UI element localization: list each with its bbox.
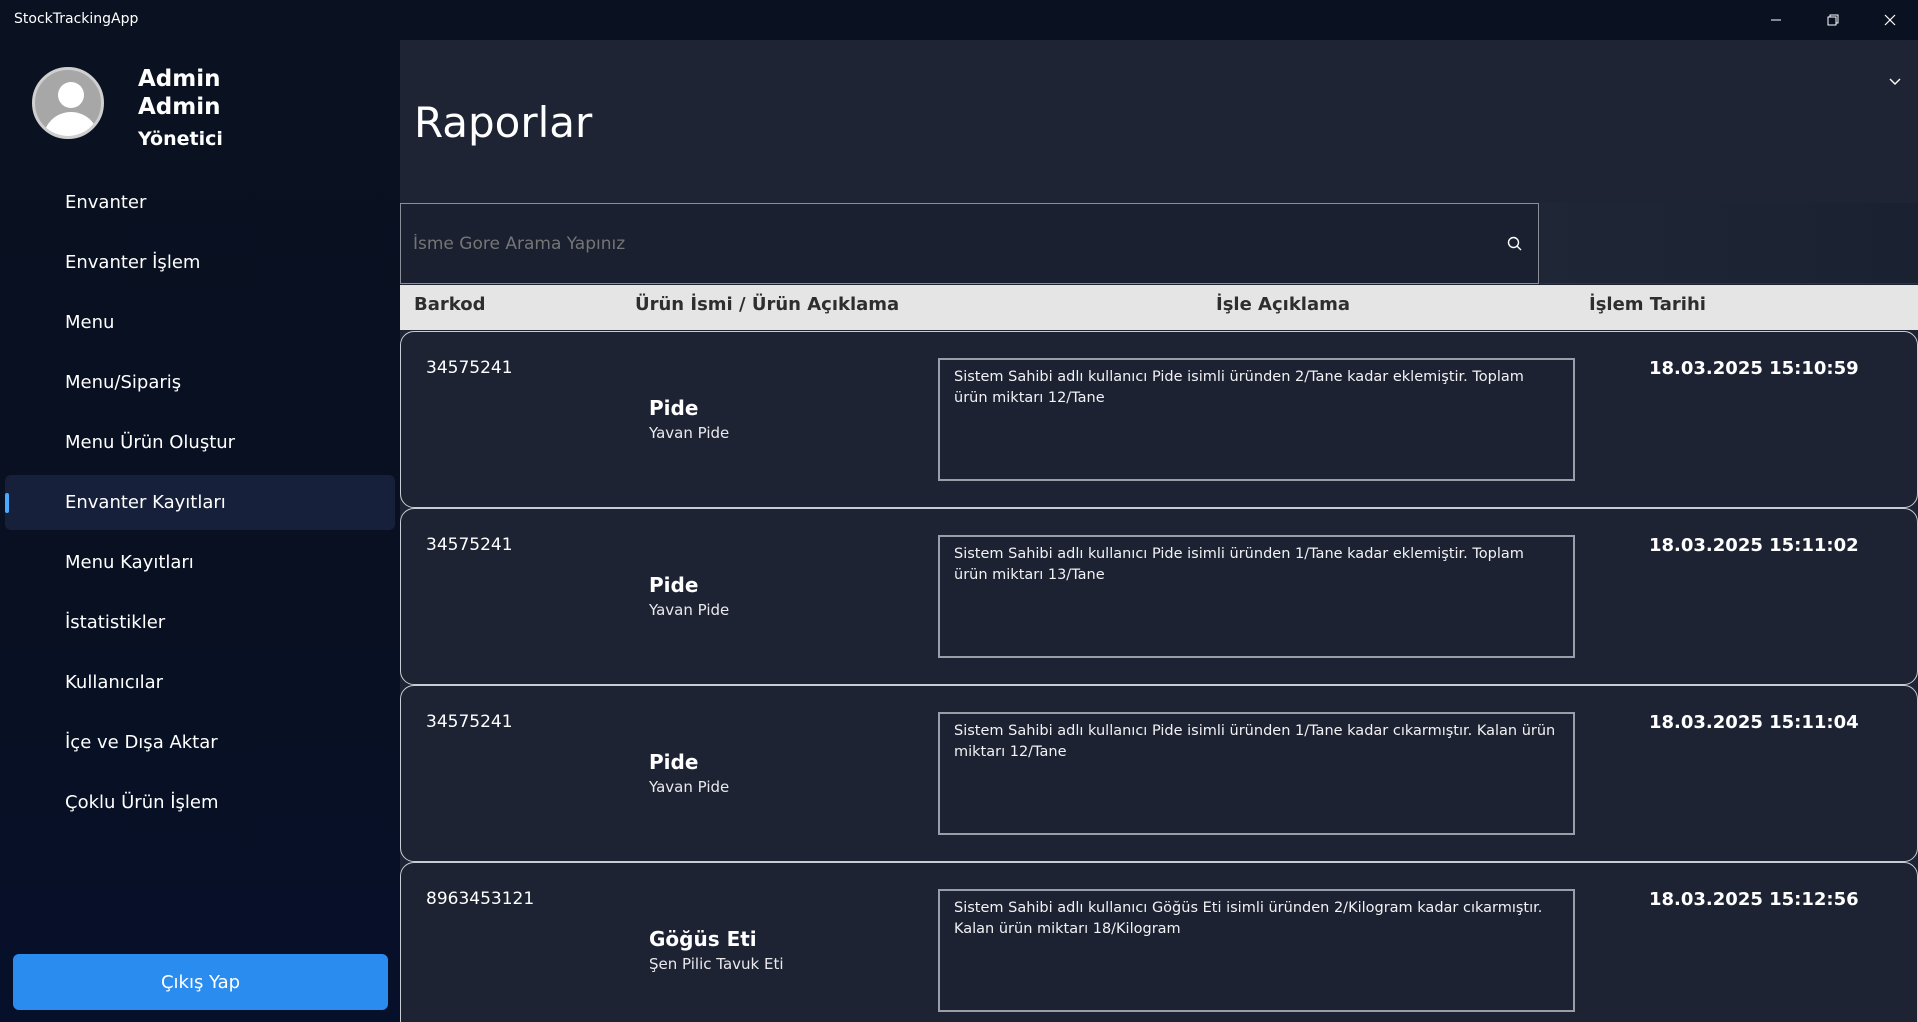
close-button[interactable] [1862,0,1918,40]
row-operation-note[interactable]: Sistem Sahibi adlı kullanıcı Pide isimli… [938,358,1575,481]
restore-button[interactable] [1805,0,1861,40]
page-title: Raporlar [414,98,593,147]
user-first-name: Admin [138,66,221,92]
filter-dropdown[interactable] [1540,203,1918,284]
sidebar: Admin Admin Yönetici Envanter Envanter İ… [0,40,400,1022]
table-row[interactable]: 34575241 Pide Yavan Pide Sistem Sahibi a… [400,685,1918,862]
sidebar-item-istatistikler[interactable]: İstatistikler [5,595,395,650]
user-last-name: Admin [138,94,221,120]
row-barkod: 8963453121 [426,889,535,909]
logout-button[interactable]: Çıkış Yap [13,954,388,1010]
app-title: StockTrackingApp [14,11,139,27]
sidebar-item-menu[interactable]: Menu [5,295,395,350]
row-product-name: Pide [649,573,699,597]
row-product-name: Pide [649,750,699,774]
row-date: 18.03.2025 15:11:02 [1649,535,1859,556]
restore-icon [1827,14,1839,26]
close-icon [1884,14,1896,26]
row-barkod: 34575241 [426,535,513,555]
row-operation-note[interactable]: Sistem Sahibi adlı kullanıcı Pide isimli… [938,712,1575,835]
minimize-button[interactable] [1748,0,1804,40]
chevron-down-icon[interactable] [1888,74,1902,88]
row-product-description: Şen Pilic Tavuk Eti [649,955,784,973]
table-row[interactable]: 8963453121 Göğüs Eti Şen Pilic Tavuk Eti… [400,862,1918,1022]
sidebar-nav: Envanter Envanter İşlem Menu Menu/Sipari… [5,175,395,835]
row-product-name: Göğüs Eti [649,927,757,951]
row-product-description: Yavan Pide [649,778,730,796]
user-avatar-icon [32,67,104,139]
search-input[interactable] [413,204,1493,283]
row-product-name: Pide [649,396,699,420]
column-header-barkod[interactable]: Barkod [414,294,485,315]
row-date: 18.03.2025 15:11:04 [1649,712,1859,733]
row-barkod: 34575241 [426,358,513,378]
sidebar-item-coklu-urun-islem[interactable]: Çoklu Ürün İşlem [5,775,395,830]
sidebar-item-menu-siparis[interactable]: Menu/Sipariş [5,355,395,410]
minimize-icon [1771,19,1781,21]
title-bar: StockTrackingApp [0,0,1918,40]
row-operation-note[interactable]: Sistem Sahibi adlı kullanıcı Pide isimli… [938,535,1575,658]
row-barkod: 34575241 [426,712,513,732]
row-date: 18.03.2025 15:12:56 [1649,889,1859,910]
sidebar-item-envanter[interactable]: Envanter [5,175,395,230]
row-product-description: Yavan Pide [649,424,730,442]
main-content: Raporlar Barkod Ürün İsmi / Ürün Açıklam… [400,40,1918,1022]
row-date: 18.03.2025 15:10:59 [1649,358,1859,379]
sidebar-item-ice-disa-aktar[interactable]: İçe ve Dışa Aktar [5,715,395,770]
table-row[interactable]: 34575241 Pide Yavan Pide Sistem Sahibi a… [400,508,1918,685]
search-icon[interactable] [1505,234,1525,254]
search-box [400,203,1539,284]
column-header-tarih[interactable]: İşlem Tarihi [1589,294,1706,315]
table-row[interactable]: 34575241 Pide Yavan Pide Sistem Sahibi a… [400,331,1918,508]
row-product-description: Yavan Pide [649,601,730,619]
sidebar-item-menu-kayitlari[interactable]: Menu Kayıtları [5,535,395,590]
report-list: 34575241 Pide Yavan Pide Sistem Sahibi a… [400,331,1918,1022]
sidebar-item-kullanicilar[interactable]: Kullanıcılar [5,655,395,710]
table-header: Barkod Ürün İsmi / Ürün Açıklama İşle Aç… [400,285,1918,330]
column-header-aciklama[interactable]: İşle Açıklama [1216,294,1350,315]
sidebar-item-menu-urun-olustur[interactable]: Menu Ürün Oluştur [5,415,395,470]
column-header-urun[interactable]: Ürün İsmi / Ürün Açıklama [635,294,899,315]
sidebar-item-envanter-kayitlari[interactable]: Envanter Kayıtları [5,475,395,530]
row-operation-note[interactable]: Sistem Sahibi adlı kullanıcı Göğüs Eti i… [938,889,1575,1012]
user-role: Yönetici [138,128,223,150]
app-window: StockTrackingApp Admin Admin Yönetici En… [0,0,1918,1022]
sidebar-item-envanter-islem[interactable]: Envanter İşlem [5,235,395,290]
